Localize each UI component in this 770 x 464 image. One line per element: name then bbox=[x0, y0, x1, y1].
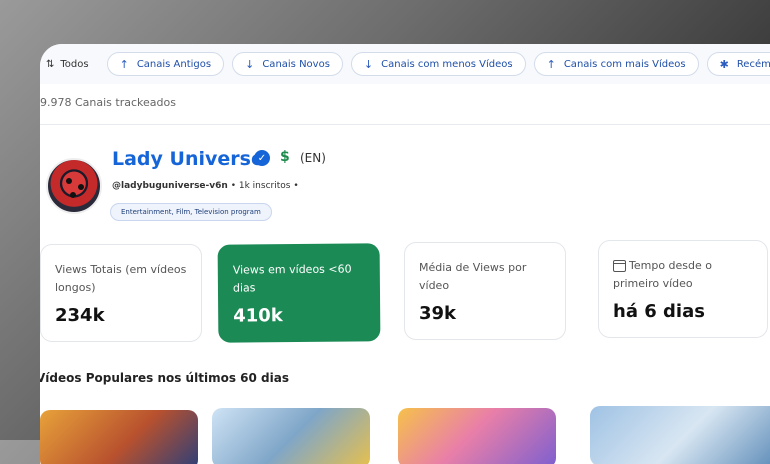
divider bbox=[40, 124, 770, 125]
filter-old-channels[interactable]: ↑ Canais Antigos bbox=[106, 52, 225, 76]
video-thumbnail[interactable] bbox=[398, 408, 556, 464]
video-thumbnail[interactable] bbox=[212, 408, 370, 464]
video-thumbnail[interactable] bbox=[40, 410, 198, 464]
filter-more-videos[interactable]: ↑ Canais com mais Vídeos bbox=[533, 52, 699, 76]
popular-videos-heading: Vídeos Populares nos últimos 60 dias bbox=[40, 371, 289, 385]
stat-card-recent-views: Views em vídeos <60 dias 410k bbox=[217, 243, 381, 343]
subscriber-count: 1k inscritos bbox=[238, 181, 291, 191]
monetized-dollar-icon: $ bbox=[280, 149, 290, 165]
video-thumbnail[interactable] bbox=[590, 406, 770, 464]
tracked-channels-count: 9.978 Canais trackeados bbox=[40, 96, 176, 109]
stat-value: 39k bbox=[419, 303, 457, 324]
channel-name[interactable]: Lady Universe bbox=[112, 148, 264, 170]
arrow-down-icon: ↓ bbox=[245, 57, 255, 71]
filter-fewer-videos[interactable]: ↓ Canais com menos Vídeos bbox=[350, 52, 526, 76]
stat-value: 234k bbox=[55, 305, 105, 326]
channel-avatar[interactable] bbox=[46, 158, 102, 214]
stat-label: Views Totais (em vídeos longos) bbox=[55, 263, 187, 294]
stat-label: Tempo desde o primeiro vídeo bbox=[613, 259, 712, 290]
stat-label: Média de Views por vídeo bbox=[419, 261, 527, 292]
category-tag: Entertainment, Film, Television program bbox=[110, 203, 272, 221]
filter-all[interactable]: ⇅ Todos bbox=[44, 59, 99, 70]
calendar-icon bbox=[613, 260, 626, 272]
stat-value: 410k bbox=[233, 305, 283, 327]
stat-card-channel-age: Tempo desde o primeiro vídeo há 6 dias bbox=[598, 240, 768, 338]
sort-icon: ⇅ bbox=[46, 58, 55, 70]
channel-meta: @ladybuguniverse-v6n • 1k inscritos • bbox=[112, 181, 299, 191]
stat-card-total-views: Views Totais (em vídeos longos) 234k bbox=[40, 244, 202, 342]
stat-label: Views em vídeos <60 dias bbox=[232, 262, 352, 295]
channel-language: (EN) bbox=[300, 151, 326, 165]
stat-card-average-views: Média de Views por vídeo 39k bbox=[404, 242, 566, 340]
arrow-up-icon: ↑ bbox=[546, 57, 556, 71]
channel-handle[interactable]: @ladybuguniverse-v6n bbox=[112, 181, 228, 191]
app-window: ⇅ Todos ↑ Canais Antigos ↓ Canais Novos … bbox=[40, 44, 770, 464]
sort-filter-bar: ⇅ Todos ↑ Canais Antigos ↓ Canais Novos … bbox=[40, 44, 770, 84]
arrow-up-icon: ↑ bbox=[119, 57, 129, 71]
separator-dot: • bbox=[230, 181, 236, 191]
arrow-down-icon: ↓ bbox=[363, 57, 374, 71]
sparkle-icon: ✱ bbox=[719, 57, 729, 71]
verified-badge-icon: ✓ bbox=[254, 150, 270, 166]
filter-new-channels[interactable]: ↓ Canais Novos bbox=[232, 52, 343, 76]
separator-dot: • bbox=[293, 181, 299, 191]
stat-value: há 6 dias bbox=[613, 301, 705, 322]
filter-recently-added[interactable]: ✱ Recém Adici bbox=[706, 52, 770, 76]
